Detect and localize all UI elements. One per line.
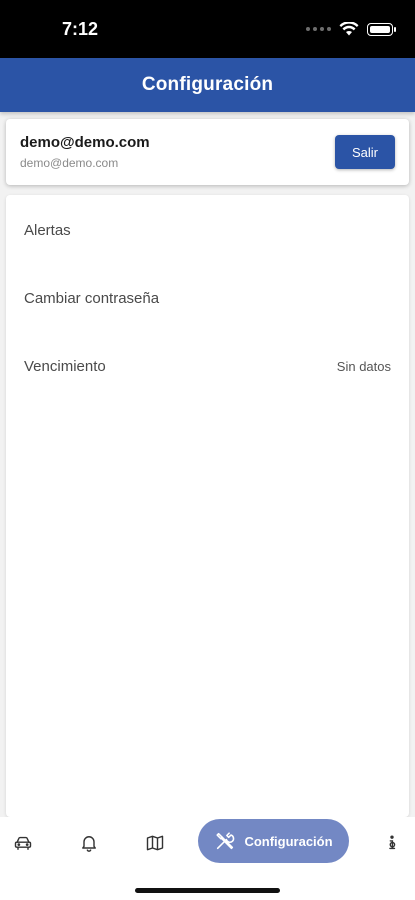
nav-item-configuracion[interactable]: Configuración: [198, 819, 349, 863]
home-indicator[interactable]: [135, 888, 280, 893]
tools-icon: [216, 832, 235, 850]
settings-item-label: Vencimiento: [24, 357, 106, 375]
settings-item-cambiar-contrasena[interactable]: Cambiar contraseña: [6, 272, 409, 324]
app-bar: Configuración: [0, 58, 415, 112]
nav-item-map[interactable]: [135, 821, 175, 865]
nav-active-label: Configuración: [244, 833, 333, 849]
logout-button[interactable]: Salir: [335, 135, 395, 169]
wifi-icon: [339, 22, 359, 36]
page-title: Configuración: [141, 74, 274, 95]
status-icons: [306, 22, 396, 36]
bottom-nav: Configuración: [0, 817, 415, 869]
info-icon: [389, 835, 396, 850]
account-email: demo@demo.com: [20, 134, 150, 151]
settings-item-label: Alertas: [24, 221, 71, 239]
signal-icon: [306, 27, 331, 31]
nav-item-alerts[interactable]: [69, 821, 109, 865]
account-subtitle: demo@demo.com: [20, 156, 119, 170]
settings-item-label: Cambiar contraseña: [24, 289, 160, 307]
settings-item-value: Sin datos: [336, 358, 391, 374]
home-area: [0, 869, 415, 900]
settings-item-vencimiento[interactable]: Vencimiento Sin datos: [6, 340, 409, 392]
settings-list: Alertas Cambiar contraseña Vencimiento S…: [6, 195, 409, 817]
nav-item-vehicles[interactable]: [3, 821, 43, 865]
status-bar: 7:12: [0, 0, 415, 58]
status-time: 7:12: [62, 19, 99, 39]
bell-icon: [82, 836, 96, 852]
account-card: demo@demo.com demo@demo.com Salir: [6, 119, 409, 185]
map-icon: [146, 835, 164, 851]
settings-item-alertas[interactable]: Alertas: [6, 204, 409, 256]
battery-icon: [367, 22, 396, 36]
nav-item-info[interactable]: [372, 821, 412, 865]
car-icon: [14, 836, 32, 850]
